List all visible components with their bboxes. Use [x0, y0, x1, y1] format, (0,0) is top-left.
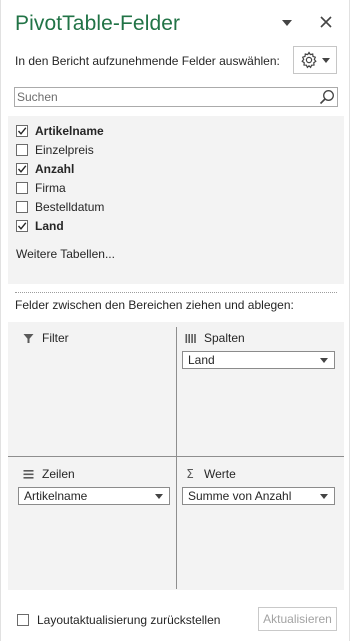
more-tables-link[interactable]: Weitere Tabellen...	[16, 247, 115, 261]
pill-label: Artikelname	[24, 489, 88, 503]
close-icon	[320, 16, 332, 28]
pill-label: Summe von Anzahl	[188, 489, 292, 503]
chevron-down-icon	[322, 58, 330, 63]
rows-field-pill[interactable]: Artikelname	[18, 487, 170, 505]
search-icon[interactable]	[319, 89, 335, 105]
search-box	[14, 87, 338, 107]
rows-area-label: Zeilen	[42, 467, 75, 481]
filter-area-label: Filter	[42, 331, 69, 345]
columns-area-header: Spalten	[184, 329, 245, 347]
choose-fields-label: In den Bericht aufzunehmende Felder ausw…	[15, 54, 280, 68]
field-label: Einzelpreis	[35, 143, 94, 157]
divider	[15, 292, 337, 293]
field-checkbox[interactable]	[16, 220, 28, 232]
areas-caption: Felder zwischen den Bereichen ziehen und…	[15, 298, 294, 312]
checkmark-icon	[17, 127, 27, 135]
field-item-artikelname[interactable]: Artikelname	[16, 122, 104, 140]
area-divider-vertical	[176, 327, 177, 589]
task-pane-options-button[interactable]	[280, 18, 294, 28]
field-item-einzelpreis[interactable]: Einzelpreis	[16, 141, 94, 159]
pill-label: Land	[188, 353, 215, 367]
gear-icon	[301, 51, 317, 69]
area-divider-horizontal	[8, 456, 344, 457]
values-field-pill[interactable]: Summe von Anzahl	[182, 487, 335, 505]
field-list: Artikelname Einzelpreis Anzahl Firma Bes…	[8, 116, 344, 284]
values-area-header: Σ Werte	[184, 465, 236, 483]
close-button[interactable]	[318, 14, 334, 30]
field-checkbox[interactable]	[16, 182, 28, 194]
field-item-bestelldatum[interactable]: Bestelldatum	[16, 198, 104, 216]
defer-layout-checkbox[interactable]	[17, 614, 29, 626]
field-checkbox[interactable]	[16, 125, 28, 137]
chevron-down-icon	[282, 20, 292, 26]
rows-area-header: Zeilen	[22, 465, 75, 483]
field-label: Land	[35, 219, 64, 233]
rows-icon	[22, 468, 34, 480]
field-checkbox[interactable]	[16, 163, 28, 175]
pane-title: PivotTable-Felder	[15, 12, 181, 35]
field-item-anzahl[interactable]: Anzahl	[16, 160, 74, 178]
defer-layout-label: Layoutaktualisierung zurückstellen	[37, 613, 221, 627]
tools-button[interactable]	[293, 46, 337, 74]
field-item-firma[interactable]: Firma	[16, 179, 66, 197]
checkmark-icon	[17, 165, 27, 173]
sigma-icon: Σ	[186, 467, 194, 481]
search-input[interactable]	[15, 88, 305, 106]
field-label: Artikelname	[35, 124, 104, 138]
field-label: Anzahl	[35, 162, 75, 176]
columns-area-label: Spalten	[204, 331, 245, 345]
checkmark-icon	[17, 222, 27, 230]
field-checkbox[interactable]	[16, 144, 28, 156]
field-checkbox[interactable]	[16, 201, 28, 213]
chevron-down-icon[interactable]	[320, 494, 328, 499]
field-label: Firma	[35, 181, 66, 195]
pivot-areas: Filter Spalten Land Zeilen Artikelname Σ…	[8, 322, 344, 590]
update-button[interactable]: Aktualisieren	[258, 607, 337, 631]
defer-layout-update[interactable]: Layoutaktualisierung zurückstellen	[17, 613, 220, 627]
values-area-label: Werte	[204, 467, 236, 481]
columns-field-pill[interactable]: Land	[182, 351, 335, 369]
columns-icon	[184, 332, 196, 344]
field-item-land[interactable]: Land	[16, 217, 64, 235]
filter-area-header: Filter	[22, 329, 69, 347]
chevron-down-icon[interactable]	[155, 494, 163, 499]
field-label: Bestelldatum	[35, 200, 105, 214]
chevron-down-icon[interactable]	[320, 358, 328, 363]
pivottable-fields-pane: PivotTable-Felder In den Bericht aufzune…	[0, 0, 350, 641]
filter-icon	[22, 332, 34, 344]
